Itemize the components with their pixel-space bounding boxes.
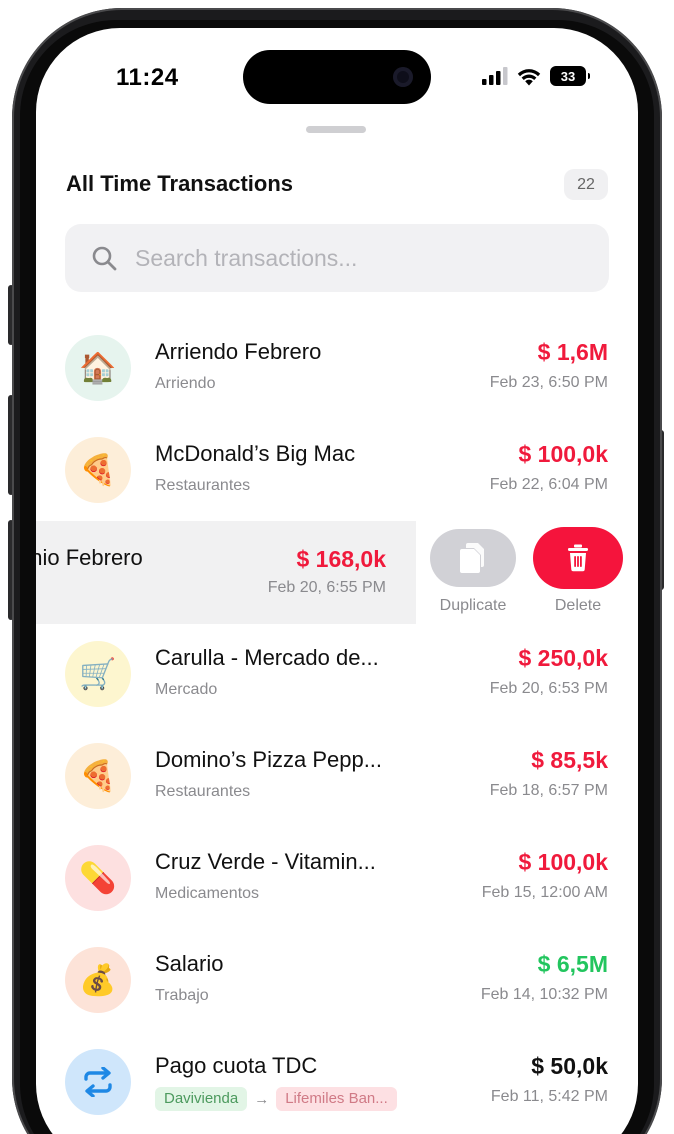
status-time: 11:24 (116, 64, 179, 91)
transaction-row[interactable]: 💰 Salario Trabajo $ 6,5M Feb 14, 10:32 P… (36, 947, 638, 1047)
transaction-row[interactable]: 🍕 Domino’s Pizza Pepp... Restaurantes $ … (36, 743, 638, 843)
transaction-title: Cruz Verde - Vitamin... (155, 849, 376, 874)
status-icons: 33 (482, 66, 590, 86)
transfer-icon (65, 1049, 131, 1115)
transaction-category: Medicamentos (155, 885, 260, 902)
copy-icon (460, 543, 484, 573)
delete-label: Delete (554, 597, 602, 614)
transaction-category: Trabajo (155, 987, 209, 1004)
transaction-category: Restaurantes (155, 477, 251, 494)
transaction-title: Salario (155, 951, 224, 976)
transaction-date: Feb 20, 6:55 PM (267, 579, 386, 596)
transaction-title: Arriendo Febrero (155, 339, 322, 364)
sheet-grabber[interactable] (306, 126, 366, 133)
transaction-date: Feb 18, 6:57 PM (489, 782, 608, 799)
transfer-accounts: Davivienda → Lifemiles Ban... (155, 1087, 397, 1111)
trash-icon (568, 544, 588, 572)
swiped-row-content[interactable]: enio Febrero $ 168,0k Feb 20, 6:55 PM (36, 521, 416, 624)
duplicate-button[interactable] (430, 529, 516, 587)
transaction-amount: $ 85,5k (531, 747, 608, 773)
pizza-icon: 🍕 (65, 743, 131, 809)
transaction-row[interactable]: 🏠 Arriendo Febrero Arriendo $ 1,6M Feb 2… (36, 335, 638, 435)
search-bar[interactable] (65, 224, 609, 292)
search-input[interactable] (135, 244, 555, 272)
wifi-icon (517, 68, 541, 85)
search-icon (92, 246, 117, 271)
transaction-row[interactable]: 💊 Cruz Verde - Vitamin... Medicamentos $… (36, 845, 638, 945)
to-account-chip: Lifemiles Ban... (276, 1087, 397, 1111)
transaction-title: Domino’s Pizza Pepp... (155, 747, 383, 772)
category-emoji: 🍕 (79, 759, 117, 793)
category-emoji: 🏠 (79, 351, 117, 385)
transaction-date: Feb 14, 10:32 PM (480, 986, 608, 1003)
transaction-title: Pago cuota TDC (155, 1053, 318, 1078)
duplicate-label: Duplicate (439, 597, 507, 614)
battery-icon: 33 (550, 66, 590, 86)
transaction-amount: $ 50,0k (531, 1053, 608, 1079)
transaction-title: enio Febrero (36, 545, 143, 570)
page-title: All Time Transactions (66, 171, 294, 196)
arrow-right-icon: → (254, 1090, 270, 1108)
transaction-category: Restaurantes (155, 783, 251, 800)
category-emoji: 🍕 (79, 453, 117, 487)
shopping-cart-icon: 🛒 (65, 641, 131, 707)
category-emoji: 🛒 (79, 657, 117, 691)
screen: 11:24 33 All Time Transactions 22 🏠 Arri… (36, 28, 638, 1134)
transaction-row[interactable]: 🛒 Carulla - Mercado de... Mercado $ 250,… (36, 641, 638, 741)
transaction-date: Feb 22, 6:04 PM (489, 476, 608, 493)
pill-icon: 💊 (65, 845, 131, 911)
transaction-amount: $ 6,5M (537, 951, 608, 977)
transaction-amount: $ 168,0k (296, 546, 386, 572)
house-icon: 🏠 (65, 335, 131, 401)
dynamic-island (243, 50, 431, 104)
camera-icon (393, 67, 413, 87)
cellular-signal-icon (482, 67, 508, 85)
transaction-amount: $ 100,0k (518, 441, 608, 467)
delete-button[interactable] (533, 527, 623, 589)
swiped-transaction-row[interactable]: enio Febrero $ 168,0k Feb 20, 6:55 PM Du… (36, 521, 638, 624)
transaction-category: Arriendo (155, 375, 216, 392)
arrows-exchange-icon (84, 1067, 112, 1097)
category-emoji: 💰 (79, 963, 117, 997)
transaction-category: Mercado (155, 681, 218, 698)
transaction-title: McDonald’s Big Mac (155, 441, 356, 466)
transaction-date: Feb 23, 6:50 PM (489, 374, 608, 391)
transfer-row[interactable]: Pago cuota TDC Davivienda → Lifemiles Ba… (36, 1049, 638, 1134)
transaction-date: Feb 11, 5:42 PM (490, 1088, 608, 1105)
from-account-chip: Davivienda (155, 1087, 248, 1111)
transaction-amount: $ 100,0k (518, 849, 608, 875)
category-emoji: 💊 (79, 861, 117, 895)
transaction-amount: $ 1,6M (537, 339, 608, 365)
count-badge: 22 (564, 169, 608, 200)
transaction-date: Feb 20, 6:53 PM (489, 680, 608, 697)
pizza-icon: 🍕 (65, 437, 131, 503)
transaction-date: Feb 15, 12:00 AM (481, 884, 608, 901)
transaction-amount: $ 250,0k (518, 645, 608, 671)
transaction-title: Carulla - Mercado de... (155, 645, 379, 670)
money-bag-icon: 💰 (65, 947, 131, 1013)
